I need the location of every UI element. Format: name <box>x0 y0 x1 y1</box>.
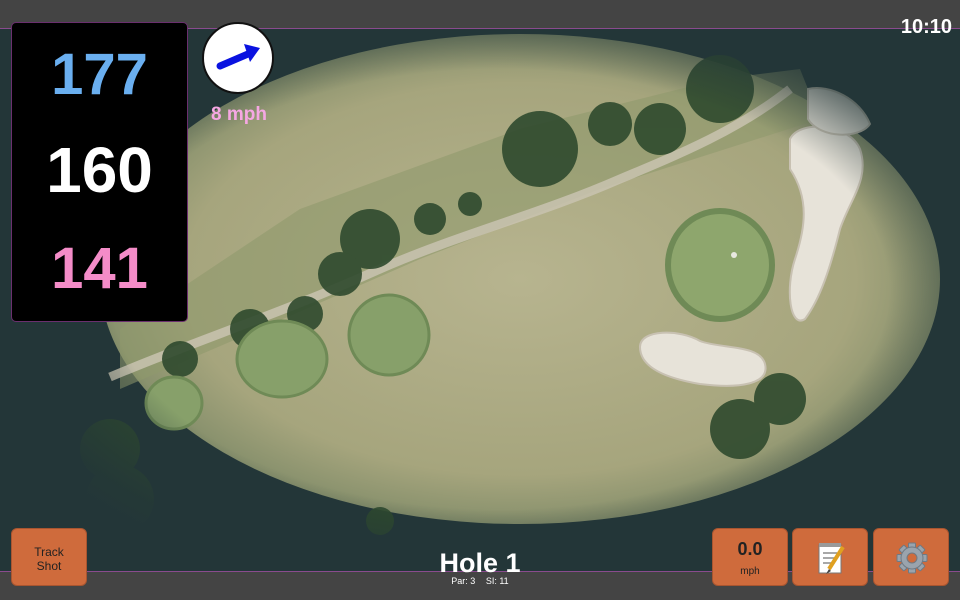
track-shot-label-line2: Shot <box>36 559 62 573</box>
speed-button[interactable]: 0.0 mph <box>712 528 788 586</box>
track-shot-label-line1: Track <box>34 545 64 559</box>
distance-panel: 177 160 141 <box>11 22 188 322</box>
hole-stroke-index: SI: 11 <box>485 576 509 586</box>
back-distance: 177 <box>51 42 148 107</box>
middle-distance: 160 <box>46 134 153 206</box>
front-distance: 141 <box>51 236 148 301</box>
notes-button[interactable] <box>792 528 868 586</box>
golf-gps-screen: 10:10 177 160 141 8 mph Track Shot Hole … <box>0 0 960 600</box>
notepad-icon <box>818 543 845 574</box>
track-shot-button[interactable]: Track Shot <box>11 528 87 586</box>
gear-icon <box>896 542 928 574</box>
arrow-icon <box>216 44 260 70</box>
clock-time: 10:10 <box>900 16 952 38</box>
hole-par: Par: 3 <box>451 576 476 586</box>
speed-unit: mph <box>740 566 760 577</box>
speed-value: 0.0 <box>737 539 763 559</box>
wind-speed-label: 8 mph <box>211 104 267 125</box>
hole-title: Hole 1 <box>439 548 521 578</box>
settings-button[interactable] <box>873 528 949 586</box>
wind-direction-indicator <box>202 22 274 94</box>
hole-info: Par: 3 SI: 11 <box>380 576 580 586</box>
